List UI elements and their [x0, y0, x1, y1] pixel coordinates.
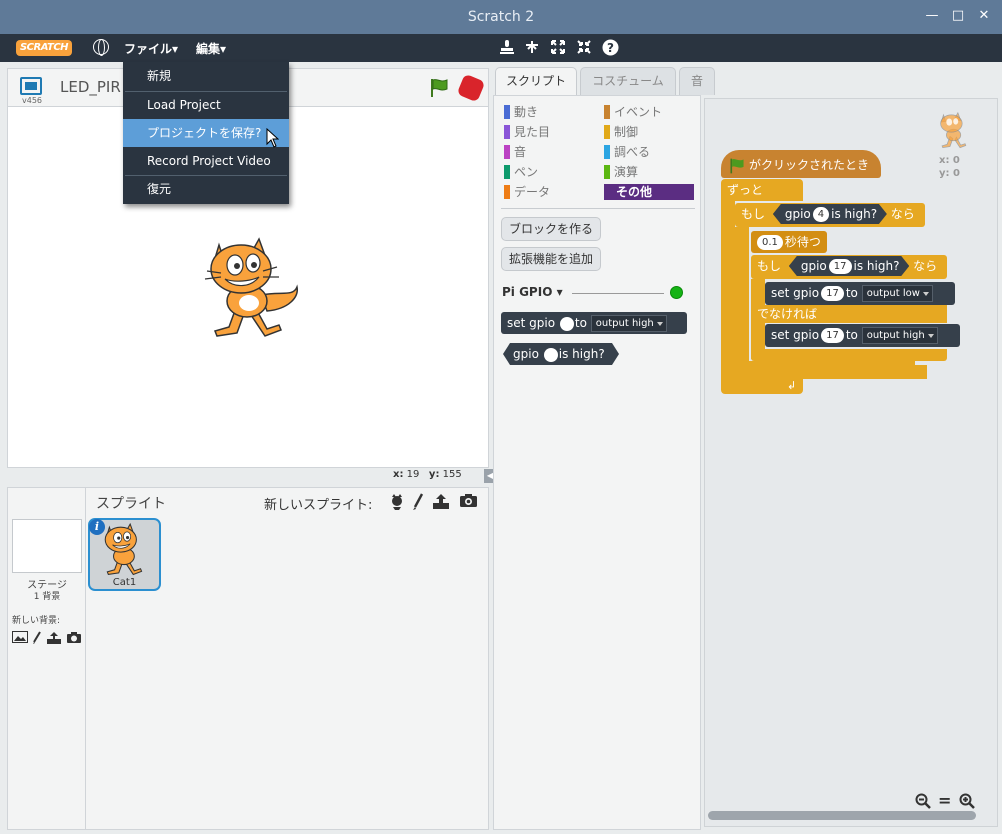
palette-divider [501, 208, 695, 209]
paint-sprite-icon[interactable] [412, 493, 424, 515]
menu-item-save-project[interactable]: プロジェクトを保存? [123, 119, 289, 147]
forever-arm [721, 199, 735, 385]
tab-costumes[interactable]: コスチューム [580, 67, 676, 95]
block-palette: 動き 見た目 音 ペン データ イベント 制御 調べる 演算 その他 ブロックを… [493, 95, 701, 830]
fullscreen-icon[interactable] [20, 77, 42, 95]
minimize-button[interactable]: — [923, 8, 941, 23]
window-title: Scratch 2 [467, 9, 535, 25]
upload-sprite-icon[interactable] [432, 493, 450, 514]
if1-arm [735, 227, 749, 367]
sprites-title: スプライト [96, 496, 166, 512]
sprite-x-readout: x: 0 [939, 155, 960, 166]
category-more-blocks[interactable]: その他 [604, 184, 694, 200]
category-events[interactable]: イベント [604, 104, 662, 120]
menu-bar: SCRATCH ファイル▾ 編集▾ ? [0, 34, 1002, 62]
extension-title[interactable]: Pi GPIO ▾ [502, 285, 563, 299]
file-menu[interactable]: ファイル▾ [124, 40, 178, 57]
zoom-in-icon[interactable] [959, 793, 975, 813]
help-icon[interactable]: ? [602, 39, 619, 60]
shrink-icon[interactable] [576, 39, 592, 59]
file-dropdown-menu: 新規 Load Project プロジェクトを保存? Record Projec… [123, 62, 289, 204]
tab-scripts[interactable]: スクリプト [495, 67, 577, 96]
delete-scissors-icon[interactable] [524, 39, 540, 59]
stage-backdrop-count: 1 背景 [33, 592, 61, 602]
zoom-out-icon[interactable] [915, 793, 931, 813]
grow-icon[interactable] [550, 39, 566, 59]
category-pen[interactable]: ペン [504, 164, 538, 180]
svg-text:?: ? [607, 41, 614, 55]
title-bar: Scratch 2 — □ ✕ [0, 0, 1002, 34]
menu-item-record-video[interactable]: Record Project Video [123, 147, 289, 175]
set-gpio17-low-block[interactable]: set gpio 17 to output low [765, 282, 955, 305]
category-motion[interactable]: 動き [504, 104, 538, 120]
category-sensing[interactable]: 調べる [604, 144, 650, 160]
edit-menu[interactable]: 編集▾ [196, 40, 226, 57]
category-looks[interactable]: 見た目 [504, 124, 550, 140]
category-sound[interactable]: 音 [504, 144, 526, 160]
extension-status-indicator [670, 286, 683, 299]
when-flag-clicked-block[interactable]: がクリックされたとき [721, 150, 881, 178]
script-area[interactable]: x: 0 y: 0 ↲ ずっと がクリックされたとき もし gpio 4 is hi… [704, 98, 998, 827]
if1-bottom [735, 361, 915, 373]
close-button[interactable]: ✕ [975, 8, 993, 23]
stage-thumbnail[interactable] [12, 519, 82, 573]
mouse-coordinates: x: 19 y: 155 [393, 469, 462, 480]
cat-sprite-on-stage[interactable] [201, 235, 301, 343]
extension-divider [572, 293, 664, 294]
if-else-gpio17-block[interactable]: もし gpio 17 is high? なら [751, 255, 947, 279]
sprite-library-icon[interactable] [388, 493, 406, 515]
if2-bottom [751, 349, 947, 361]
duplicate-stamp-icon[interactable] [500, 39, 514, 59]
set-gpio17-high-block[interactable]: set gpio 17 to output high [765, 324, 960, 347]
language-globe-icon[interactable] [93, 39, 109, 56]
gpio17-high-reporter[interactable]: gpio 17 is high? [789, 256, 909, 276]
cat-thumbnail-icon [104, 522, 143, 576]
loop-arrow-icon: ↲ [787, 379, 797, 392]
if-gpio4-block[interactable]: もし gpio 4 is high? なら [735, 203, 925, 227]
menu-item-load-project[interactable]: Load Project [123, 91, 289, 119]
project-name-field[interactable]: LED_PIR [60, 78, 121, 96]
forever-bottom: ↲ [721, 378, 803, 394]
palette-set-gpio-block[interactable]: set gpio to output high [501, 312, 687, 334]
version-label: v456 [22, 96, 43, 105]
maximize-button[interactable]: □ [949, 8, 967, 23]
sprite-name: Cat1 [112, 577, 137, 588]
sprite-preview-icon [940, 111, 967, 149]
else-label: でなければ [751, 305, 947, 323]
camera-sprite-icon[interactable] [459, 493, 478, 512]
mouse-cursor-icon [266, 127, 280, 152]
make-block-button[interactable]: ブロックを作る [501, 217, 602, 241]
camera-backdrop-icon[interactable] [66, 631, 82, 648]
sprite-thumbnail-cat1[interactable]: i Cat1 [88, 518, 161, 591]
new-backdrop-label: 新しい背景: [12, 616, 61, 626]
category-control[interactable]: 制御 [604, 124, 638, 140]
zoom-reset-icon[interactable]: = [938, 791, 951, 810]
menu-item-revert[interactable]: 復元 [123, 175, 289, 203]
menu-item-new[interactable]: 新規 [123, 62, 289, 90]
scratch-window: Scratch 2 — □ ✕ SCRATCH ファイル▾ 編集▾ ? v456… [0, 0, 1002, 834]
add-extension-button[interactable]: 拡張機能を追加 [501, 247, 602, 271]
green-flag-icon[interactable] [428, 77, 450, 103]
stop-icon[interactable] [456, 73, 486, 103]
category-data[interactable]: データ [504, 184, 550, 200]
horizontal-scrollbar[interactable] [708, 811, 976, 820]
scratch-logo[interactable]: SCRATCH [16, 40, 72, 56]
stage-column: ステージ 1 背景 新しい背景: [8, 488, 86, 829]
sprite-pane: ステージ 1 背景 新しい背景: スプライト 新しいスプライト: i Cat1 [7, 487, 489, 830]
backdrop-library-icon[interactable] [12, 631, 28, 647]
tab-sounds[interactable]: 音 [679, 67, 715, 95]
category-operators[interactable]: 演算 [604, 164, 638, 180]
green-flag-icon [730, 158, 744, 173]
palette-gpio-high-reporter[interactable]: gpio is high? [503, 343, 619, 365]
gpio4-high-reporter[interactable]: gpio 4 is high? [773, 204, 887, 224]
sprite-y-readout: y: 0 [939, 168, 960, 179]
upload-backdrop-icon[interactable] [46, 631, 62, 649]
wait-block[interactable]: 0.1 秒待つ [751, 231, 827, 253]
new-sprite-label: 新しいスプライト: [264, 498, 373, 513]
forever-label: ずっと [727, 183, 764, 197]
paint-backdrop-icon[interactable] [32, 631, 42, 649]
